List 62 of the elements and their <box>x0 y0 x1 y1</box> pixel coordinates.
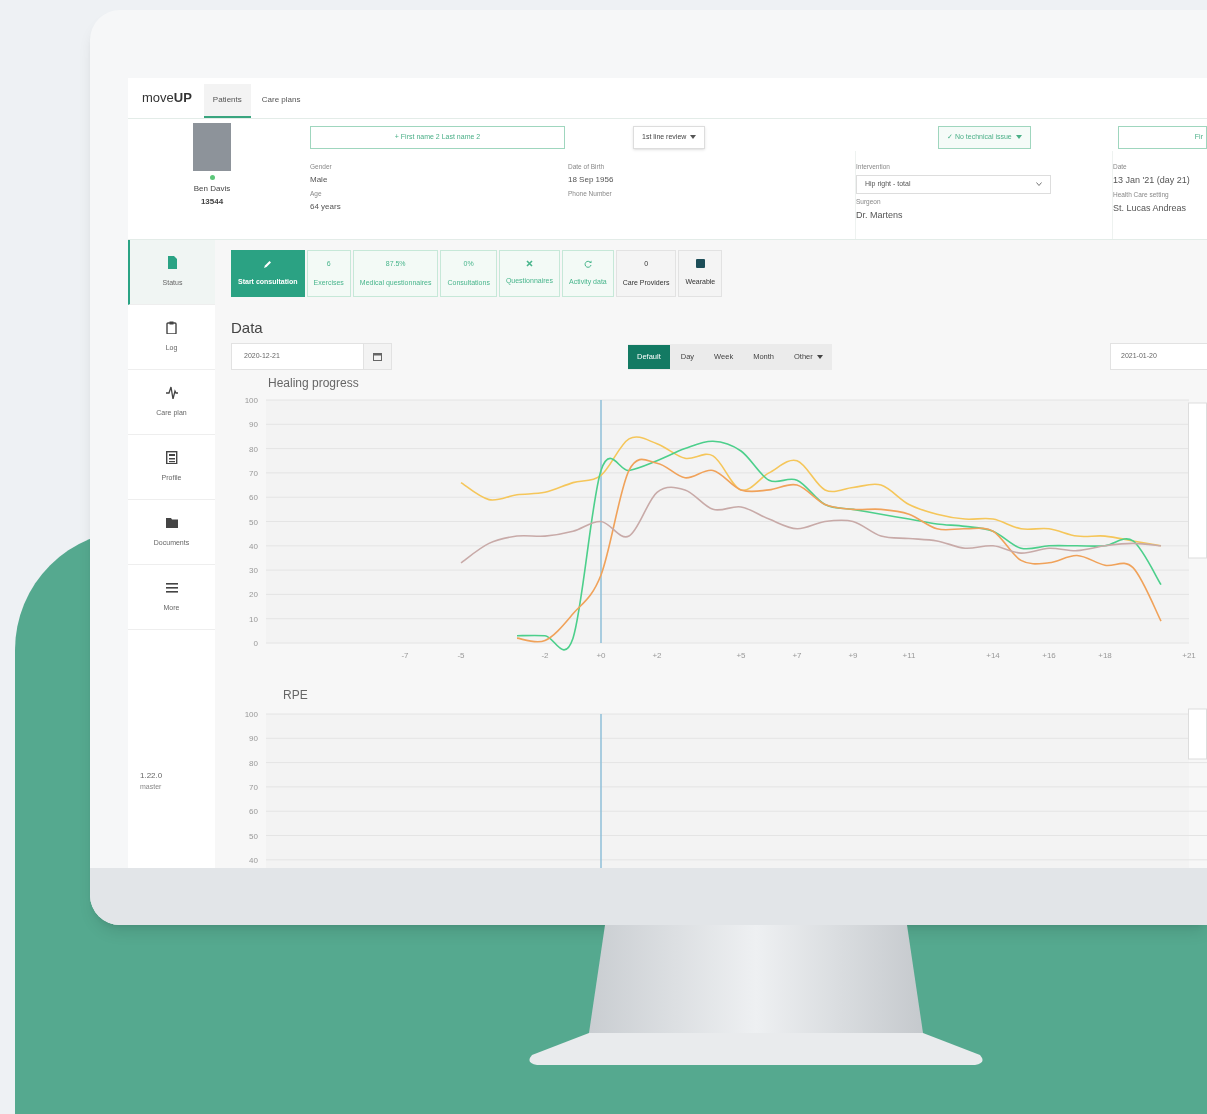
caret-icon <box>1015 135 1022 139</box>
axis-label: 80 <box>249 758 258 768</box>
document-icon <box>165 450 178 464</box>
axis-label: 20 <box>249 590 258 600</box>
axis-label: 70 <box>249 468 258 478</box>
app-logo: moveUP <box>142 89 192 108</box>
field-value: 64 years <box>310 200 342 213</box>
file-icon <box>166 255 179 269</box>
axis-label: -2 <box>541 651 549 660</box>
patient-id: 13544 <box>200 196 224 208</box>
chart-title: Healing progress <box>268 376 360 390</box>
pulse-icon <box>165 385 178 399</box>
chart-title: RPE <box>283 688 309 702</box>
axis-label: 50 <box>249 517 258 527</box>
folder-icon <box>165 515 178 529</box>
chevron-down-icon <box>1036 182 1042 187</box>
axis-label: +16 <box>1042 651 1056 660</box>
axis-label: 100 <box>244 710 258 719</box>
field-value: 13 Jan '21 (day 21) <box>1113 173 1191 187</box>
axis-label: -7 <box>401 651 409 660</box>
axis-label: 60 <box>249 493 258 503</box>
axis-label: 0 <box>253 639 258 648</box>
axis-label: 100 <box>244 396 258 405</box>
axis-label: 10 <box>249 614 258 624</box>
axis-label: +2 <box>652 651 662 660</box>
field-value: 18 Sep 1956 <box>568 173 615 186</box>
pencil-icon <box>263 259 272 268</box>
caret-icon <box>690 135 697 139</box>
square-icon <box>695 259 705 269</box>
cross-icon <box>525 260 533 268</box>
axis-label: 70 <box>249 782 258 792</box>
axis-label: 90 <box>249 734 258 744</box>
field-value: Dr. Martens <box>856 208 904 222</box>
axis-label: -5 <box>457 651 465 660</box>
nav-tab[interactable]: Patients <box>203 84 251 118</box>
axis-label: +21 <box>1182 651 1196 660</box>
calendar-icon <box>373 352 382 361</box>
photo-placeholder <box>193 123 231 171</box>
axis-label: +7 <box>792 651 802 660</box>
axis-label: +11 <box>902 651 916 660</box>
axis-label: +14 <box>986 651 1000 660</box>
axis-label: +0 <box>596 651 606 660</box>
axis-label: +5 <box>736 651 746 660</box>
section-title: Data <box>231 319 264 337</box>
axis-label: 30 <box>249 566 258 576</box>
patient-name: Ben Davis <box>193 183 231 195</box>
axis-label: 50 <box>249 831 258 841</box>
axis-label: +18 <box>1098 651 1112 660</box>
caret-icon <box>816 354 823 359</box>
field-value: St. Lucas Andreas <box>1113 202 1188 215</box>
refresh-icon <box>583 259 592 268</box>
axis-label: +9 <box>848 651 858 660</box>
axis-label: 60 <box>249 807 258 817</box>
menu-icon <box>165 580 178 594</box>
field-value: Male <box>310 173 329 186</box>
version-text: 1.22.0 <box>140 770 164 782</box>
axis-label: 40 <box>249 541 258 551</box>
clipboard-icon <box>165 320 178 334</box>
axis-label: 40 <box>249 855 258 865</box>
axis-label: 80 <box>249 444 258 454</box>
axis-label: 90 <box>249 420 258 430</box>
calendar-button[interactable] <box>364 343 392 370</box>
